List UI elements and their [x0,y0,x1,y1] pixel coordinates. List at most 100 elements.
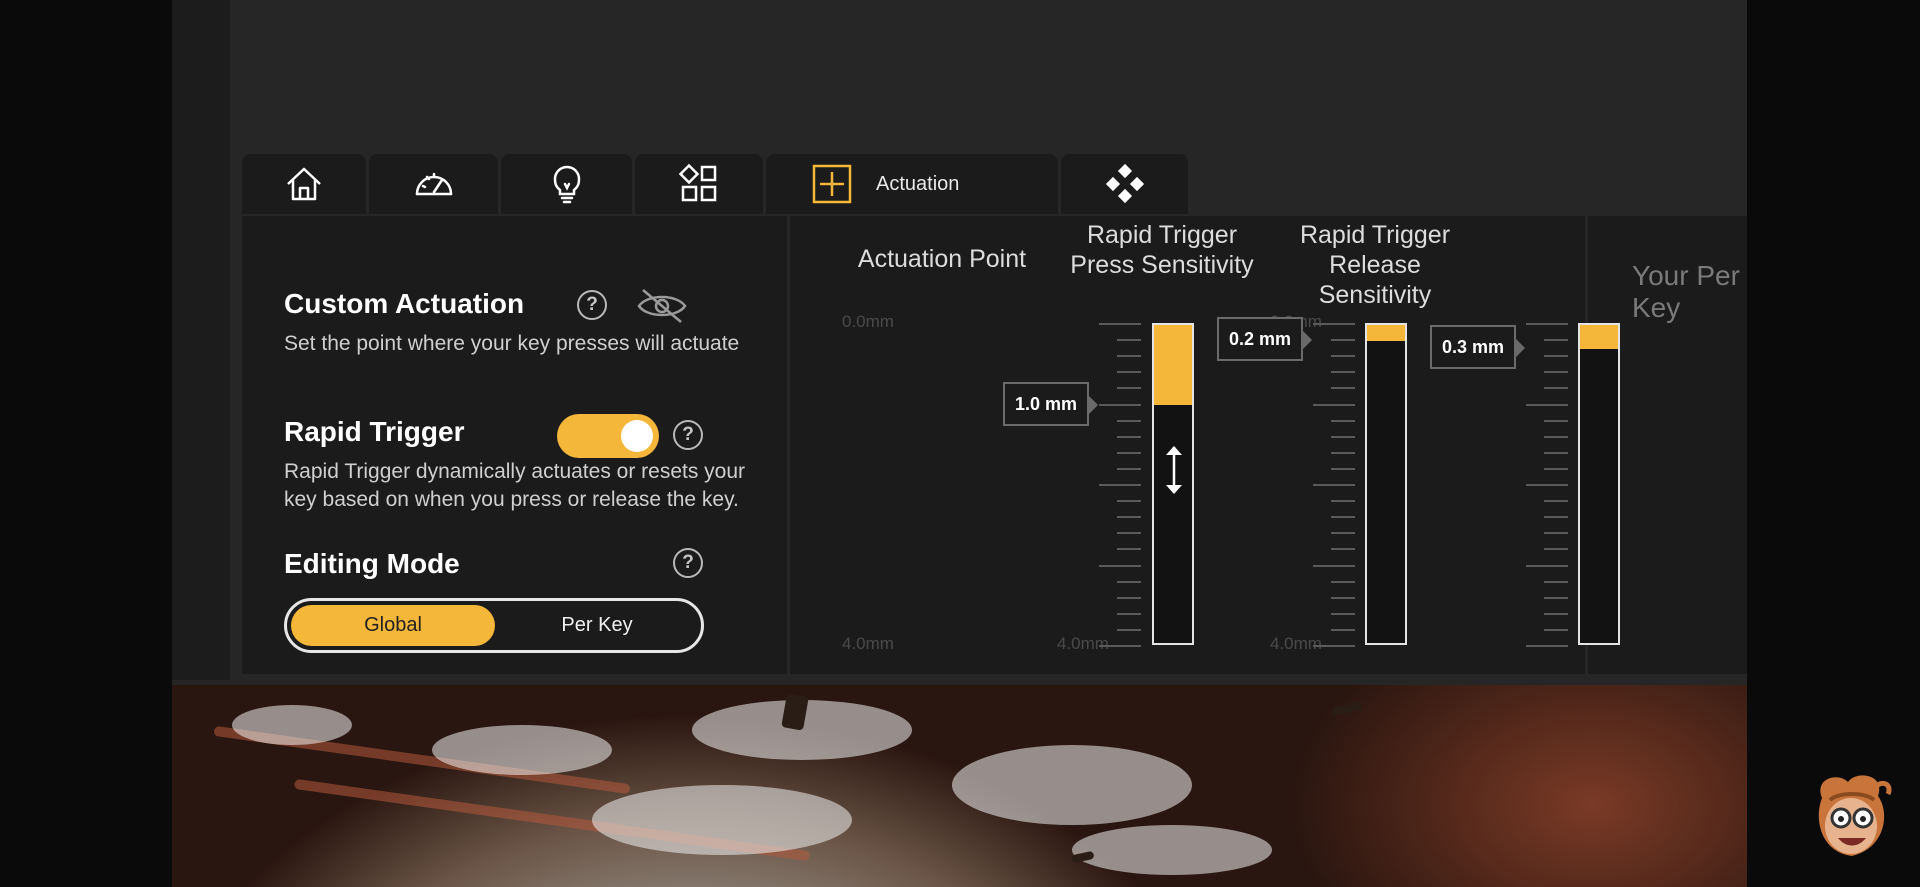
scale-tick [1544,452,1568,454]
actuation-min-label: 0.0mm [842,312,894,331]
scale-tick [1117,468,1141,470]
scale-tick [1331,597,1355,599]
scale-tick [1331,500,1355,502]
planet-background [172,685,1747,887]
scale-tick [1117,355,1141,357]
press-max-label: 4.0mm [1057,634,1109,653]
press-sensitivity-fill [1367,325,1405,341]
spaceship [1331,701,1363,717]
scale-tick [1544,500,1568,502]
scale-tick [1331,371,1355,373]
scale-tick [1099,323,1141,325]
app-window: Actuation Custom Actuation ? Set the poi… [172,0,1747,887]
rapid-trigger-help-icon[interactable]: ? [673,420,703,450]
scale-tick [1331,420,1355,422]
release-sensitivity-slider[interactable] [1578,323,1620,645]
scale-tick [1117,500,1141,502]
shapes-icon [678,163,717,202]
actuation-point-slider[interactable] [1152,323,1194,645]
scale-tick [1313,645,1355,647]
cloud [232,705,352,745]
scale-tick [1331,516,1355,518]
divider [787,216,790,674]
scale-tick [1544,339,1568,341]
speedometer-icon [415,172,452,196]
scale-tick [1099,565,1141,567]
scale-tick [1099,404,1141,406]
scale-tick [1331,548,1355,550]
actuation-point-fill [1154,325,1192,405]
mascot-avatar [1818,775,1892,856]
scale-tick [1526,565,1568,567]
press-sensitivity-slider[interactable] [1365,323,1407,645]
tab-lighting[interactable] [501,154,632,214]
release-sensitivity-fill [1580,325,1618,349]
release-sensitivity-title: Rapid Trigger Release Sensitivity [1299,221,1451,309]
scale-tick [1117,532,1141,534]
rapid-trigger-toggle[interactable] [557,414,659,458]
editing-mode-global[interactable]: Global [291,605,495,646]
scale-tick [1313,484,1355,486]
cloud [592,785,852,855]
scale-tick [1117,420,1141,422]
custom-actuation-help-icon[interactable]: ? [577,290,607,320]
toggle-knob [621,420,653,452]
scale-tick [1331,339,1355,341]
scale-tick [1331,468,1355,470]
press-value-tag[interactable]: 0.2 mm [1217,317,1312,361]
scale-tick [1117,387,1141,389]
scale-tick [1117,597,1141,599]
eye-slash-icon[interactable] [635,286,689,326]
scale-tick [1117,452,1141,454]
editing-mode-title: Editing Mode [284,548,460,579]
scale-tick [1117,581,1141,583]
release-value-tag[interactable]: 0.3 mm [1430,325,1525,369]
scale-tick [1526,404,1568,406]
tab-actuation[interactable]: Actuation [766,154,1058,214]
scale-tick [1526,484,1568,486]
scale-tick [1544,581,1568,583]
scale-tick [1544,468,1568,470]
rapid-trigger-title: Rapid Trigger [284,416,465,447]
actuation-panel: Custom Actuation ? Set the point where y… [242,216,1747,674]
editing-mode-per-key[interactable]: Per Key [495,605,699,646]
release-max-label: 4.0mm [1270,634,1322,653]
tab-advanced[interactable] [1061,154,1188,214]
actuation-icon [812,164,852,204]
tab-remap[interactable] [635,154,763,214]
scale-tick [1544,613,1568,615]
tab-performance[interactable] [369,154,498,214]
scale-tick [1544,532,1568,534]
per-key-heading: Your Per Key [1632,260,1740,323]
tab-actuation-label: Actuation [876,172,960,195]
scale-tick [1117,436,1141,438]
side-strip [172,0,230,680]
scale-tick [1544,371,1568,373]
scale-tick [1313,323,1355,325]
press-sensitivity-title: Rapid Trigger Press Sensitivity [1070,221,1254,279]
custom-actuation-description: Set the point where your key presses wil… [284,332,740,355]
actuation-value-tag[interactable]: 1.0 mm [1003,382,1098,426]
editing-mode-help-icon[interactable]: ? [673,548,703,578]
tab-home[interactable] [242,154,366,214]
scale-tick [1117,629,1141,631]
scale-tick [1331,629,1355,631]
diamond-grid-icon [1105,163,1144,204]
scale-tick [1544,597,1568,599]
scale-tick [1331,387,1355,389]
scale-tick [1313,404,1355,406]
scale-tick [1099,484,1141,486]
home-icon [287,167,321,201]
scale-tick [1331,355,1355,357]
scale-tick [1099,645,1141,647]
drag-arrows-icon[interactable] [1162,443,1186,497]
scale-tick [1117,371,1141,373]
scale-tick [1117,613,1141,615]
cloud [1072,825,1272,875]
scale-tick [1331,581,1355,583]
scale-tick [1313,565,1355,567]
tab-bar: Actuation [242,154,1188,214]
rapid-trigger-description: Rapid Trigger dynamically actuates or re… [284,460,746,511]
scale-tick [1544,387,1568,389]
scale-tick [1526,323,1568,325]
